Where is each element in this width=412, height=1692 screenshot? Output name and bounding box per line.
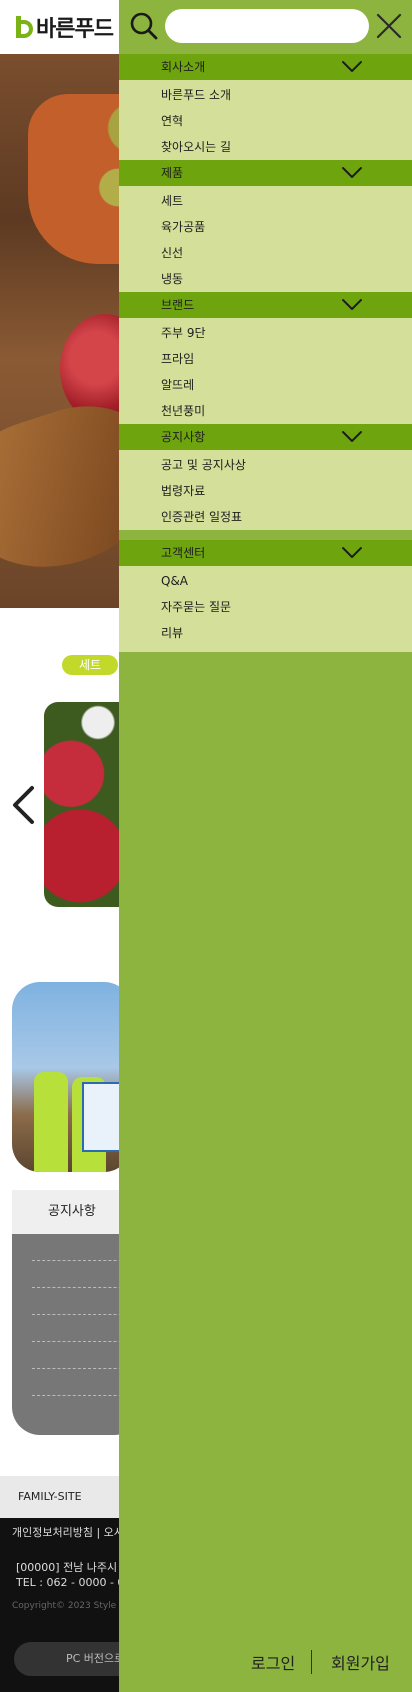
menu-item-announcements[interactable]: 공고 및 공지사상 <box>119 452 412 478</box>
menu-item-about[interactable]: 바른푸드 소개 <box>119 82 412 108</box>
menu-item-brand-4[interactable]: 천년풍미 <box>119 398 412 424</box>
logo-text: 바른푸드 <box>36 17 114 42</box>
menu-item-fresh[interactable]: 신선 <box>119 240 412 266</box>
menu-item-cert-schedule[interactable]: 인증관련 일정표 <box>119 504 412 530</box>
menu-header-brand[interactable]: 브랜드 <box>119 292 412 318</box>
category-badge[interactable]: 세트 <box>62 655 118 675</box>
chevron-down-icon[interactable] <box>341 546 363 560</box>
footer-tel: TEL : 062 - 0000 - 00 <box>16 1576 132 1589</box>
menu-item-qna[interactable]: Q&A <box>119 568 412 594</box>
menu-item-processed-meat[interactable]: 육가공품 <box>119 214 412 240</box>
chevron-down-icon[interactable] <box>341 166 363 180</box>
hero-image <box>0 54 120 608</box>
menu-header-support[interactable]: 고객센터 <box>119 540 412 566</box>
menu-item-set[interactable]: 세트 <box>119 188 412 214</box>
menu-items-company: 바른푸드 소개 연혁 찾아오시는 길 <box>119 80 412 160</box>
menu-items-products: 세트 육가공품 신선 냉동 <box>119 186 412 292</box>
menu-header-products[interactable]: 제품 <box>119 160 412 186</box>
menu-item-review[interactable]: 리뷰 <box>119 620 412 646</box>
event-photo[interactable] <box>12 982 132 1172</box>
menu-header-company[interactable]: 회사소개 <box>119 54 412 80</box>
menu-header-label: 제품 <box>161 166 184 180</box>
chevron-down-icon[interactable] <box>341 60 363 74</box>
search-icon[interactable] <box>129 11 159 41</box>
menu-item-faq[interactable]: 자주묻는 질문 <box>119 594 412 620</box>
menu-items-brand: 주부 9단 프라임 알뜨레 천년풍미 <box>119 318 412 424</box>
nav-drawer: 회사소개 바른푸드 소개 연혁 찾아오시는 길 제품 세트 육가공품 신선 냉동 <box>119 0 412 1692</box>
menu-item-legal[interactable]: 법령자료 <box>119 478 412 504</box>
chevron-left-icon[interactable] <box>10 785 36 825</box>
footer-address-line: [00000] 전남 나주시 빛 <box>16 1561 131 1574</box>
menu-header-label: 브랜드 <box>161 298 195 312</box>
menu-group-notice: 공지사항 공고 및 공지사상 법령자료 인증관련 일정표 <box>119 424 412 530</box>
menu-item-brand-3[interactable]: 알뜨레 <box>119 372 412 398</box>
menu-item-location[interactable]: 찾아오시는 길 <box>119 134 412 160</box>
footer-address: [00000] 전남 나주시 빛 TEL : 062 - 0000 - 00 <box>16 1560 131 1590</box>
auth-divider <box>311 1650 312 1674</box>
signup-link[interactable]: 회원가입 <box>331 1650 390 1674</box>
menu-item-brand-2[interactable]: 프라임 <box>119 346 412 372</box>
menu-item-frozen[interactable]: 냉동 <box>119 266 412 292</box>
menu-items-support: Q&A 자주묻는 질문 리뷰 <box>119 566 412 652</box>
menu-group-company: 회사소개 바른푸드 소개 연혁 찾아오시는 길 <box>119 54 412 160</box>
drawer-menu: 회사소개 바른푸드 소개 연혁 찾아오시는 길 제품 세트 육가공품 신선 냉동 <box>119 54 412 652</box>
menu-item-history[interactable]: 연혁 <box>119 108 412 134</box>
close-icon[interactable] <box>374 11 404 41</box>
site-logo[interactable]: 바른푸드 <box>16 12 114 42</box>
menu-group-brand: 브랜드 주부 9단 프라임 알뜨레 천년풍미 <box>119 292 412 424</box>
chevron-down-icon[interactable] <box>341 298 363 312</box>
chevron-down-icon[interactable] <box>341 430 363 444</box>
drawer-top-bar <box>119 0 412 54</box>
menu-items-notice: 공고 및 공지사상 법령자료 인증관련 일정표 <box>119 450 412 530</box>
menu-item-brand-1[interactable]: 주부 9단 <box>119 320 412 346</box>
menu-header-notice[interactable]: 공지사항 <box>119 424 412 450</box>
menu-group-products: 제품 세트 육가공품 신선 냉동 <box>119 160 412 292</box>
menu-header-label: 공지사항 <box>161 430 206 444</box>
search-input[interactable] <box>165 9 369 43</box>
login-link[interactable]: 로그인 <box>251 1650 295 1674</box>
auth-links: 로그인 회원가입 <box>119 1648 412 1678</box>
menu-header-label: 고객센터 <box>161 546 206 560</box>
logo-mark-icon <box>16 14 34 40</box>
menu-header-label: 회사소개 <box>161 60 206 74</box>
footer-links[interactable]: 개인정보처리방침 | 오시 <box>12 1522 124 1544</box>
menu-group-support: 고객센터 Q&A 자주묻는 질문 리뷰 <box>119 540 412 652</box>
